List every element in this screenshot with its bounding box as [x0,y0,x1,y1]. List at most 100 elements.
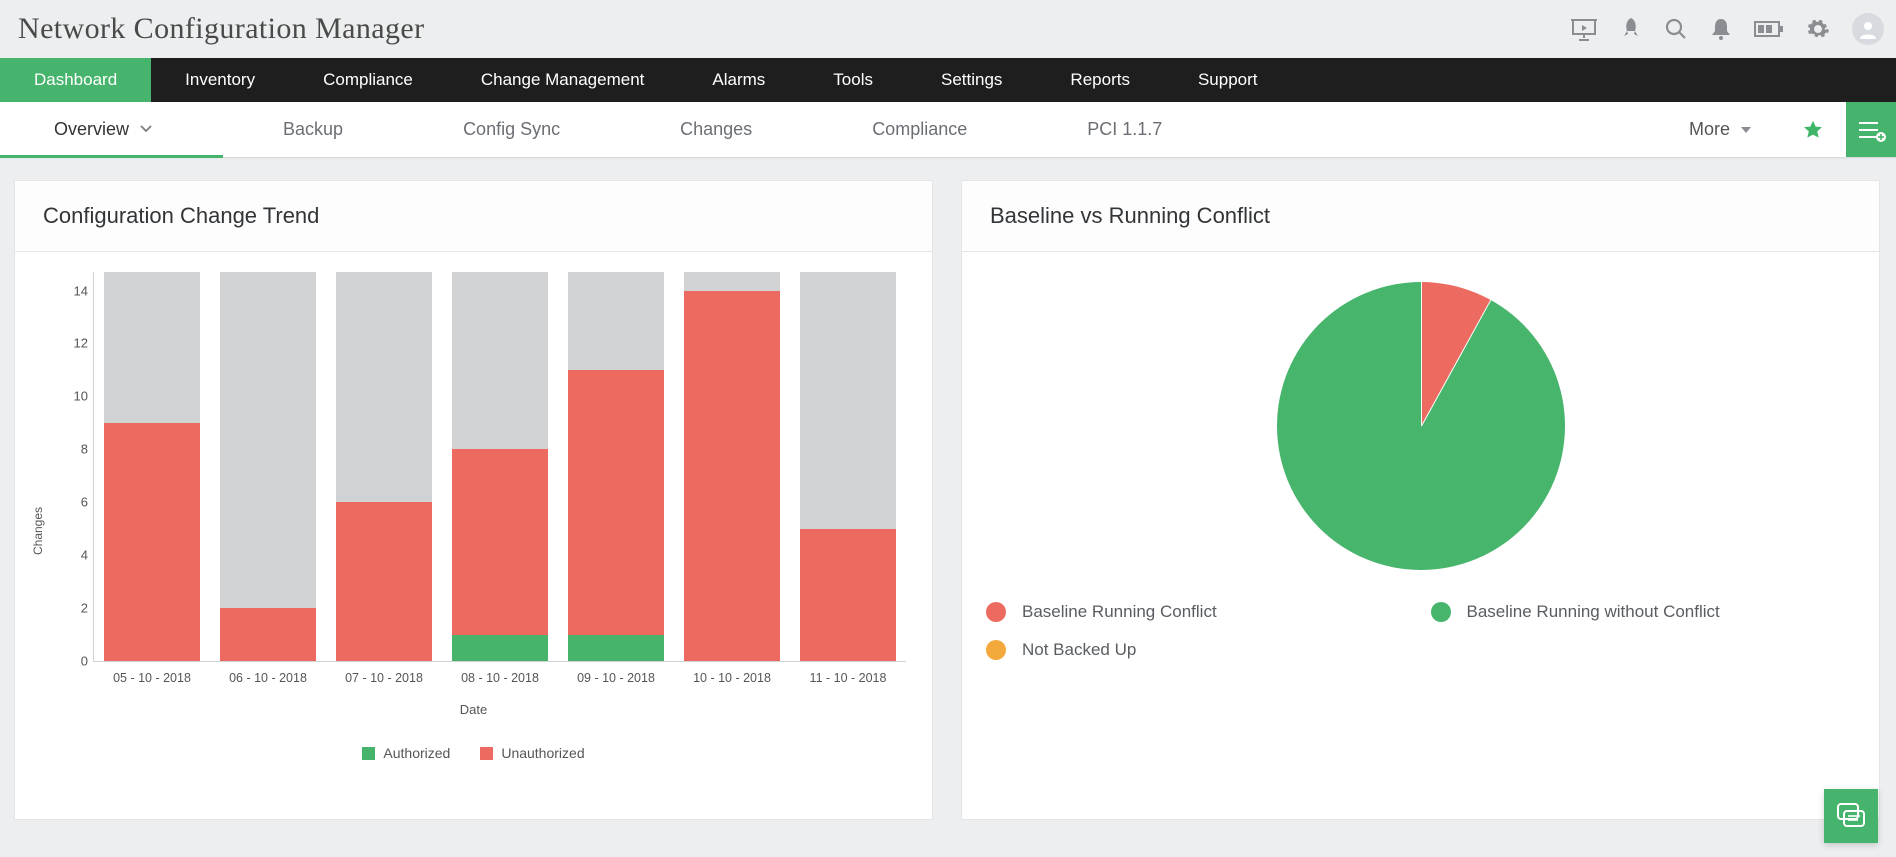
tab-label: Backup [283,119,343,140]
bar-column[interactable]: 07 - 10 - 2018 [336,272,432,661]
bell-icon[interactable] [1710,17,1732,41]
bar-segment-unauthorized [568,370,664,635]
presentation-icon[interactable] [1570,17,1598,41]
nav-inventory[interactable]: Inventory [151,58,289,102]
pie-legend: Baseline Running Conflict Baseline Runni… [962,580,1879,672]
panel-configuration-change-trend: Configuration Change Trend Changes 02468… [14,180,933,820]
bar-segment-unauthorized [684,291,780,661]
bar-column[interactable]: 06 - 10 - 2018 [220,272,316,661]
tab-label: Overview [54,119,129,140]
legend-swatch-green [362,747,375,760]
bar-column[interactable]: 10 - 10 - 2018 [684,272,780,661]
bar-column[interactable]: 09 - 10 - 2018 [568,272,664,661]
xtick: 05 - 10 - 2018 [113,671,191,685]
ytick: 4 [58,548,88,563]
xtick: 09 - 10 - 2018 [577,671,655,685]
nav-alarms[interactable]: Alarms [678,58,799,102]
caret-down-icon [1740,119,1752,140]
tab-overview[interactable]: Overview [0,102,223,157]
battery-icon[interactable] [1754,20,1784,38]
search-icon[interactable] [1664,17,1688,41]
chat-button[interactable] [1824,789,1878,843]
top-icon-group [1570,13,1884,45]
pie-chart [962,252,1879,580]
panel-title: Configuration Change Trend [15,181,932,252]
dashboard-content: Configuration Change Trend Changes 02468… [0,158,1896,820]
tab-pci[interactable]: PCI 1.1.7 [1027,102,1222,157]
nav-tools[interactable]: Tools [799,58,907,102]
bar-segment-authorized [568,635,664,661]
xtick: 07 - 10 - 2018 [345,671,423,685]
bar-segment-authorized [452,635,548,661]
legend-swatch-red [480,747,493,760]
pie-legend-no-conflict[interactable]: Baseline Running without Conflict [1431,602,1856,622]
pie-legend-conflict[interactable]: Baseline Running Conflict [986,602,1411,622]
legend-label: Not Backed Up [1022,640,1136,660]
user-avatar-icon[interactable] [1852,13,1884,45]
tab-backup[interactable]: Backup [223,102,403,157]
nav-support[interactable]: Support [1164,58,1292,102]
legend-dot-green [1431,602,1451,622]
ytick: 10 [58,389,88,404]
chevron-down-icon [139,120,153,141]
bar-ylabel: Changes [31,507,45,555]
nav-settings[interactable]: Settings [907,58,1036,102]
app-title: Network Configuration Manager [18,12,425,46]
bar-segment-unauthorized [220,608,316,661]
favorite-star[interactable] [1780,102,1846,157]
pie-legend-not-backed[interactable]: Not Backed Up [986,640,1411,660]
ytick: 2 [58,601,88,616]
bar-xlabel: Date [41,702,906,717]
legend-label: Baseline Running without Conflict [1467,602,1720,622]
legend-label: Unauthorized [501,745,584,761]
rocket-icon[interactable] [1620,17,1642,41]
bar-columns: 05 - 10 - 201806 - 10 - 201807 - 10 - 20… [94,272,906,661]
bar-chart: Changes 0246810121405 - 10 - 201806 - 10… [15,252,932,771]
add-widget-button[interactable] [1846,102,1896,157]
panel-baseline-vs-running: Baseline vs Running Conflict Baseline Ru… [961,180,1880,820]
pie-graphic[interactable] [1277,282,1565,570]
bar-segment-unauthorized [336,502,432,661]
legend-authorized[interactable]: Authorized [362,745,450,761]
tab-compliance[interactable]: Compliance [812,102,1027,157]
tab-label: Compliance [872,119,967,140]
tab-config-sync[interactable]: Config Sync [403,102,620,157]
tab-label: Config Sync [463,119,560,140]
legend-unauthorized[interactable]: Unauthorized [480,745,584,761]
bar-column[interactable]: 05 - 10 - 2018 [104,272,200,661]
secondary-nav: Overview Backup Config Sync Changes Comp… [0,102,1896,158]
ytick: 6 [58,495,88,510]
tab-more[interactable]: More [1669,102,1780,157]
top-bar: Network Configuration Manager [0,0,1896,58]
ytick: 12 [58,336,88,351]
bar-segment-unauthorized [800,529,896,661]
gear-icon[interactable] [1806,17,1830,41]
legend-dot-orange [986,640,1006,660]
bar-column[interactable]: 11 - 10 - 2018 [800,272,896,661]
panel-title: Baseline vs Running Conflict [962,181,1879,252]
ytick: 8 [58,442,88,457]
bar-plot-area: 0246810121405 - 10 - 201806 - 10 - 20180… [93,272,906,662]
ytick: 0 [58,654,88,669]
bar-background [220,272,316,661]
xtick: 11 - 10 - 2018 [810,671,887,685]
xtick: 06 - 10 - 2018 [229,671,307,685]
ytick: 14 [58,283,88,298]
nav-dashboard[interactable]: Dashboard [0,58,151,102]
legend-dot-red [986,602,1006,622]
xtick: 08 - 10 - 2018 [461,671,539,685]
xtick: 10 - 10 - 2018 [693,671,771,685]
bar-legend: Authorized Unauthorized [41,745,906,761]
legend-label: Authorized [383,745,450,761]
bar-segment-unauthorized [104,423,200,661]
legend-label: Baseline Running Conflict [1022,602,1217,622]
tab-label: Changes [680,119,752,140]
tab-label: More [1689,119,1730,140]
tab-label: PCI 1.1.7 [1087,119,1162,140]
nav-change-management[interactable]: Change Management [447,58,679,102]
nav-compliance[interactable]: Compliance [289,58,447,102]
nav-reports[interactable]: Reports [1036,58,1164,102]
tab-changes[interactable]: Changes [620,102,812,157]
primary-nav: Dashboard Inventory Compliance Change Ma… [0,58,1896,102]
bar-column[interactable]: 08 - 10 - 2018 [452,272,548,661]
